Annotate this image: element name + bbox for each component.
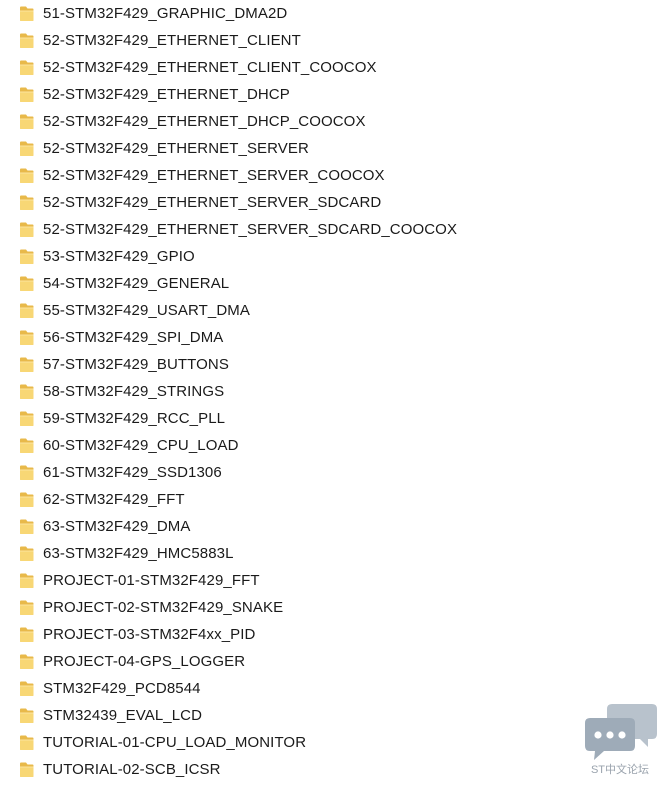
folder-name: 53-STM32F429_GPIO — [43, 248, 195, 265]
folder-name: 60-STM32F429_CPU_LOAD — [43, 437, 239, 454]
folder-name: 52-STM32F429_ETHERNET_SERVER — [43, 140, 309, 157]
folder-icon — [19, 275, 34, 292]
folder-icon — [19, 221, 34, 238]
folder-item[interactable]: 63-STM32F429_HMC5883L — [0, 540, 600, 567]
folder-item[interactable]: PROJECT-04-GPS_LOGGER — [0, 648, 600, 675]
folder-item[interactable]: 59-STM32F429_RCC_PLL — [0, 405, 600, 432]
folder-name: PROJECT-04-GPS_LOGGER — [43, 653, 246, 670]
folder-name: 59-STM32F429_RCC_PLL — [43, 410, 226, 427]
folder-icon — [19, 572, 34, 589]
folder-item[interactable]: 54-STM32F429_GENERAL — [0, 270, 600, 297]
folder-icon — [19, 653, 34, 670]
folder-icon — [19, 140, 34, 157]
folder-icon — [19, 734, 34, 751]
folder-name: 57-STM32F429_BUTTONS — [43, 356, 229, 373]
folder-item[interactable]: 52-STM32F429_ETHERNET_SERVER — [0, 135, 600, 162]
folder-name: 52-STM32F429_ETHERNET_SERVER_COOCOX — [43, 167, 385, 184]
folder-icon — [19, 329, 34, 346]
folder-item[interactable]: PROJECT-02-STM32F429_SNAKE — [0, 594, 600, 621]
folder-icon — [19, 761, 34, 778]
folder-name: 56-STM32F429_SPI_DMA — [43, 329, 224, 346]
folder-item[interactable]: STM32F429_PCD8544 — [0, 675, 600, 702]
folder-item[interactable]: 56-STM32F429_SPI_DMA — [0, 324, 600, 351]
folder-item[interactable]: PROJECT-01-STM32F429_FFT — [0, 567, 600, 594]
folder-name: STM32F429_PCD8544 — [43, 680, 201, 697]
folder-icon — [19, 302, 34, 319]
watermark-text: ST中文论坛 — [590, 764, 650, 776]
folder-icon — [19, 86, 34, 103]
folder-icon — [19, 626, 34, 643]
folder-icon — [19, 545, 34, 562]
folder-name: TUTORIAL-01-CPU_LOAD_MONITOR — [43, 734, 307, 751]
folder-name: 52-STM32F429_ETHERNET_SERVER_SDCARD_COOC… — [43, 221, 458, 238]
folder-item[interactable]: 52-STM32F429_ETHERNET_CLIENT_COOCOX — [0, 54, 600, 81]
folder-name: 52-STM32F429_ETHERNET_DHCP — [43, 86, 290, 103]
folder-icon — [19, 32, 34, 49]
folder-item[interactable]: 60-STM32F429_CPU_LOAD — [0, 432, 600, 459]
folder-item[interactable]: STM32439_EVAL_LCD — [0, 702, 600, 729]
folder-name: STM32439_EVAL_LCD — [43, 707, 203, 724]
folder-item[interactable]: 63-STM32F429_DMA — [0, 513, 600, 540]
folder-name: 51-STM32F429_GRAPHIC_DMA2D — [43, 5, 288, 22]
folder-icon — [19, 356, 34, 373]
folder-item[interactable]: 51-STM32F429_GRAPHIC_DMA2D — [0, 0, 600, 27]
chat-bubbles-icon — [585, 704, 657, 760]
watermark: ST中文论坛 — [580, 700, 660, 782]
folder-icon — [19, 113, 34, 130]
folder-name: 52-STM32F429_ETHERNET_CLIENT_COOCOX — [43, 59, 377, 76]
folder-item[interactable]: TUTORIAL-01-CPU_LOAD_MONITOR — [0, 729, 600, 756]
folder-name: 63-STM32F429_DMA — [43, 518, 191, 535]
folder-icon — [19, 410, 34, 427]
folder-name: 62-STM32F429_FFT — [43, 491, 185, 508]
folder-item[interactable]: TUTORIAL-02-SCB_ICSR — [0, 756, 600, 783]
folder-name: PROJECT-02-STM32F429_SNAKE — [43, 599, 284, 616]
folder-icon — [19, 464, 34, 481]
folder-icon — [19, 707, 34, 724]
folder-item[interactable]: 52-STM32F429_ETHERNET_SERVER_SDCARD_COOC… — [0, 216, 600, 243]
folder-list: 51-STM32F429_GRAPHIC_DMA2D 52-STM32F429_… — [0, 0, 600, 783]
folder-item[interactable]: 52-STM32F429_ETHERNET_SERVER_SDCARD — [0, 189, 600, 216]
folder-name: 54-STM32F429_GENERAL — [43, 275, 230, 292]
folder-item[interactable]: 62-STM32F429_FFT — [0, 486, 600, 513]
folder-icon — [19, 5, 34, 22]
folder-icon — [19, 518, 34, 535]
folder-name: TUTORIAL-02-SCB_ICSR — [43, 761, 221, 778]
folder-name: 52-STM32F429_ETHERNET_DHCP_COOCOX — [43, 113, 366, 130]
folder-item[interactable]: 57-STM32F429_BUTTONS — [0, 351, 600, 378]
folder-icon — [19, 680, 34, 697]
folder-icon — [19, 383, 34, 400]
folder-item[interactable]: 58-STM32F429_STRINGS — [0, 378, 600, 405]
folder-item[interactable]: 52-STM32F429_ETHERNET_SERVER_COOCOX — [0, 162, 600, 189]
folder-icon — [19, 194, 34, 211]
folder-name: 52-STM32F429_ETHERNET_SERVER_SDCARD — [43, 194, 382, 211]
folder-name: 52-STM32F429_ETHERNET_CLIENT — [43, 32, 301, 49]
folder-name: PROJECT-01-STM32F429_FFT — [43, 572, 260, 589]
folder-icon — [19, 248, 34, 265]
folder-item[interactable]: 52-STM32F429_ETHERNET_DHCP_COOCOX — [0, 108, 600, 135]
folder-icon — [19, 167, 34, 184]
folder-item[interactable]: 52-STM32F429_ETHERNET_CLIENT — [0, 27, 600, 54]
folder-name: 55-STM32F429_USART_DMA — [43, 302, 250, 319]
folder-item[interactable]: PROJECT-03-STM32F4xx_PID — [0, 621, 600, 648]
folder-icon — [19, 59, 34, 76]
folder-name: 61-STM32F429_SSD1306 — [43, 464, 222, 481]
folder-name: 63-STM32F429_HMC5883L — [43, 545, 234, 562]
folder-item[interactable]: 61-STM32F429_SSD1306 — [0, 459, 600, 486]
folder-item[interactable]: 55-STM32F429_USART_DMA — [0, 297, 600, 324]
folder-icon — [19, 491, 34, 508]
folder-icon — [19, 599, 34, 616]
folder-icon — [19, 437, 34, 454]
folder-item[interactable]: 53-STM32F429_GPIO — [0, 243, 600, 270]
folder-item[interactable]: 52-STM32F429_ETHERNET_DHCP — [0, 81, 600, 108]
folder-name: PROJECT-03-STM32F4xx_PID — [43, 626, 256, 643]
folder-name: 58-STM32F429_STRINGS — [43, 383, 225, 400]
